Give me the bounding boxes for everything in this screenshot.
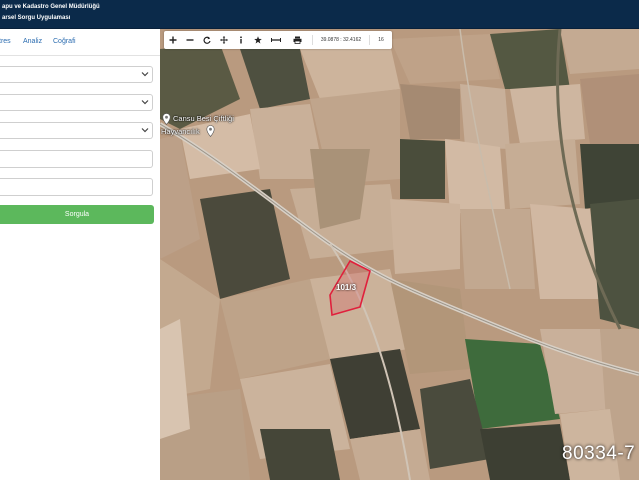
map-pin-icon (206, 125, 215, 137)
zoom-in-icon[interactable] (164, 31, 182, 49)
chevron-down-icon (141, 128, 149, 133)
tab-parametre[interactable]: tres (0, 38, 11, 45)
coordinate-readout: 39.0878 : 32.4162 (312, 35, 370, 45)
map-view[interactable]: 39.0878 : 32.4162 16 Cansu Besi Çiftliği… (160, 29, 639, 480)
pan-icon[interactable] (215, 31, 233, 49)
chevron-down-icon (141, 72, 149, 77)
header-title-line2: arsel Sorgu Uygulaması (2, 15, 71, 21)
mahalle-select[interactable] (0, 122, 153, 139)
app-header: apu ve Kadastro Genel Müdürlüğü arsel So… (0, 0, 639, 29)
print-icon[interactable] (288, 31, 306, 49)
listing-watermark: 80334-7 (562, 443, 636, 464)
map-toolbar: 39.0878 : 32.4162 16 (164, 31, 392, 49)
il-select[interactable] (0, 66, 153, 83)
ada-input[interactable] (0, 150, 153, 168)
sidebar-tabs: tres Analiz Coğrafi (0, 29, 160, 56)
poi-name-line1: Cansu Besi Çiftliği (173, 114, 234, 123)
tab-cografi[interactable]: Coğrafi (53, 38, 76, 45)
query-button[interactable]: Sorgula (0, 205, 154, 224)
measure-icon[interactable] (267, 31, 285, 49)
map-pin-icon (162, 113, 171, 125)
info-icon[interactable] (232, 31, 250, 49)
zoom-out-icon[interactable] (181, 31, 199, 49)
header-title-line1: apu ve Kadastro Genel Müdürlüğü (2, 4, 100, 10)
refresh-icon[interactable] (198, 31, 216, 49)
star-icon[interactable] (249, 31, 267, 49)
query-sidebar: tres Analiz Coğrafi Sorgula (0, 29, 160, 480)
zoom-level-readout: 16 (378, 37, 384, 43)
parcel-number-label: 101/3 (336, 283, 357, 292)
parsel-input[interactable] (0, 178, 153, 196)
ilce-select[interactable] (0, 94, 153, 111)
chevron-down-icon (141, 100, 149, 105)
poi-name-line2: Hayvancılık (161, 127, 200, 136)
tab-analiz[interactable]: Analiz (23, 38, 42, 45)
satellite-imagery (160, 29, 639, 480)
